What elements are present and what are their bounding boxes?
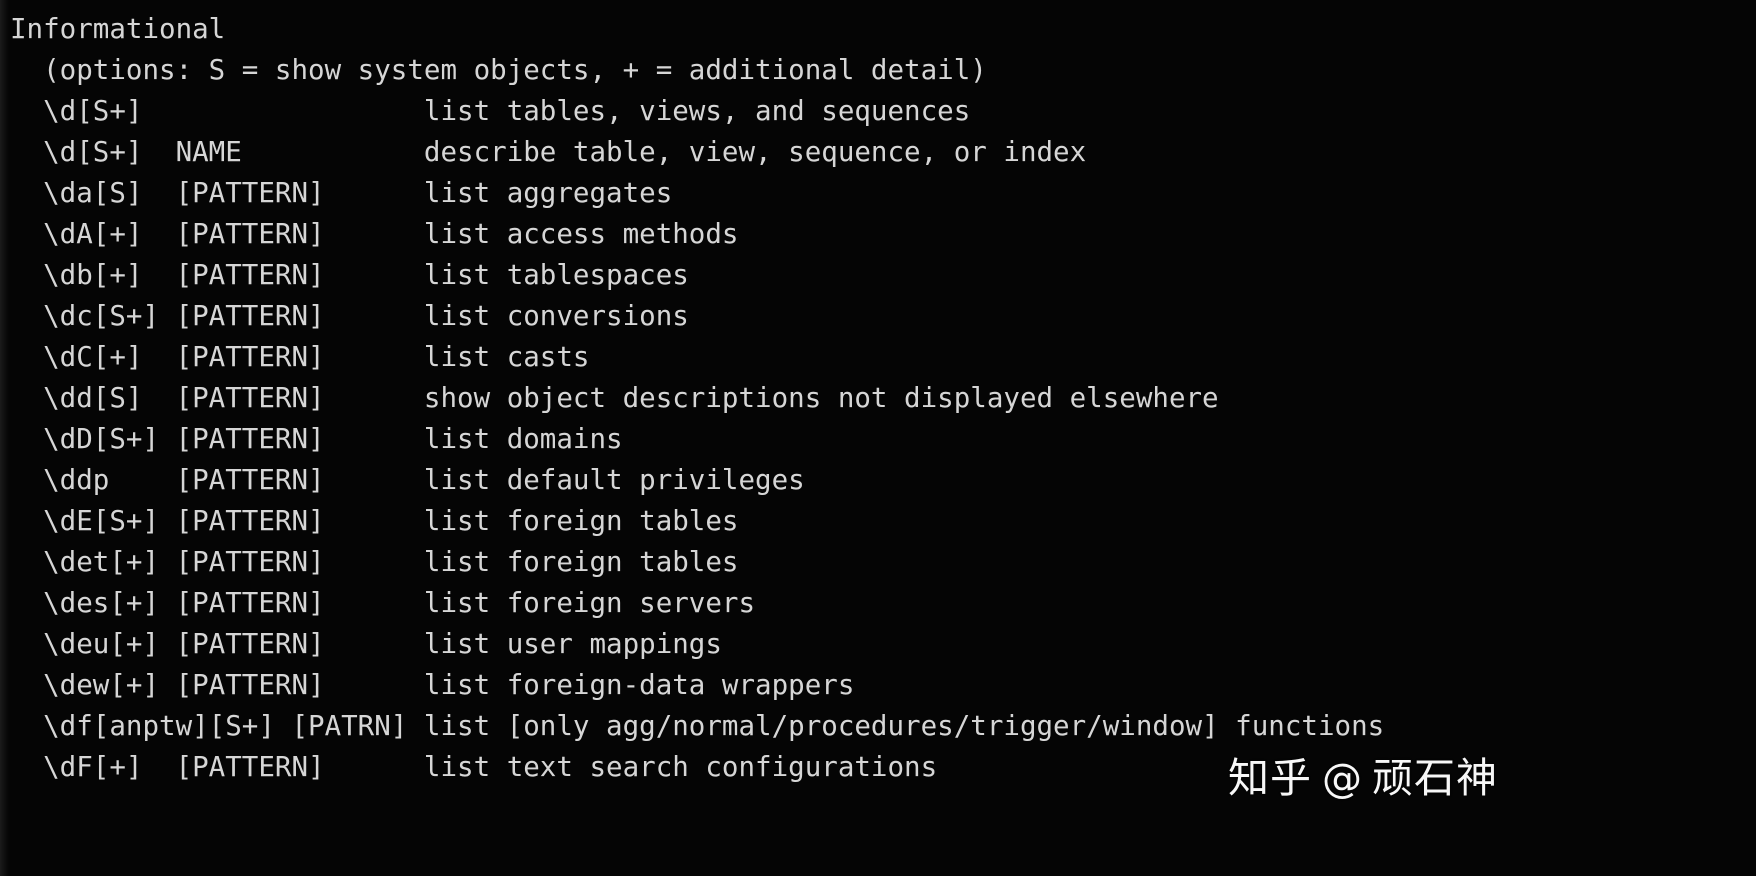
terminal-line: \det[+] [PATTERN] list foreign tables (10, 546, 739, 578)
terminal-line: (options: S = show system objects, + = a… (10, 54, 987, 86)
terminal-line: Informational (10, 13, 226, 45)
terminal-line: \d[S+] NAME describe table, view, sequen… (10, 136, 1087, 168)
terminal-line: \d[S+] list tables, views, and sequences (10, 95, 971, 127)
terminal-window: Informational (options: S = show system … (0, 0, 1756, 876)
terminal-line: \dew[+] [PATTERN] list foreign-data wrap… (10, 669, 855, 701)
terminal-line: \da[S] [PATTERN] list aggregates (10, 177, 673, 209)
terminal-line: \dc[S+] [PATTERN] list conversions (10, 300, 689, 332)
terminal-line: \dd[S] [PATTERN] show object description… (10, 382, 1219, 414)
terminal-line: \dA[+] [PATTERN] list access methods (10, 218, 739, 250)
terminal-line: \dC[+] [PATTERN] list casts (10, 341, 590, 373)
terminal-line: \dE[S+] [PATTERN] list foreign tables (10, 505, 739, 537)
terminal-line: \df[anptw][S+] [PATRN] list [only agg/no… (10, 710, 1385, 742)
terminal-line: \dF[+] [PATTERN] list text search config… (10, 751, 938, 783)
terminal-line: \ddp [PATTERN] list default privileges (10, 464, 805, 496)
terminal-line: \deu[+] [PATTERN] list user mappings (10, 628, 722, 660)
terminal-line: \des[+] [PATTERN] list foreign servers (10, 587, 756, 619)
terminal-line: \dD[S+] [PATTERN] list domains (10, 423, 623, 455)
terminal-left-edge-shading (0, 0, 9, 876)
terminal-line: \db[+] [PATTERN] list tablespaces (10, 259, 689, 291)
terminal-output[interactable]: Informational (options: S = show system … (10, 9, 1756, 788)
